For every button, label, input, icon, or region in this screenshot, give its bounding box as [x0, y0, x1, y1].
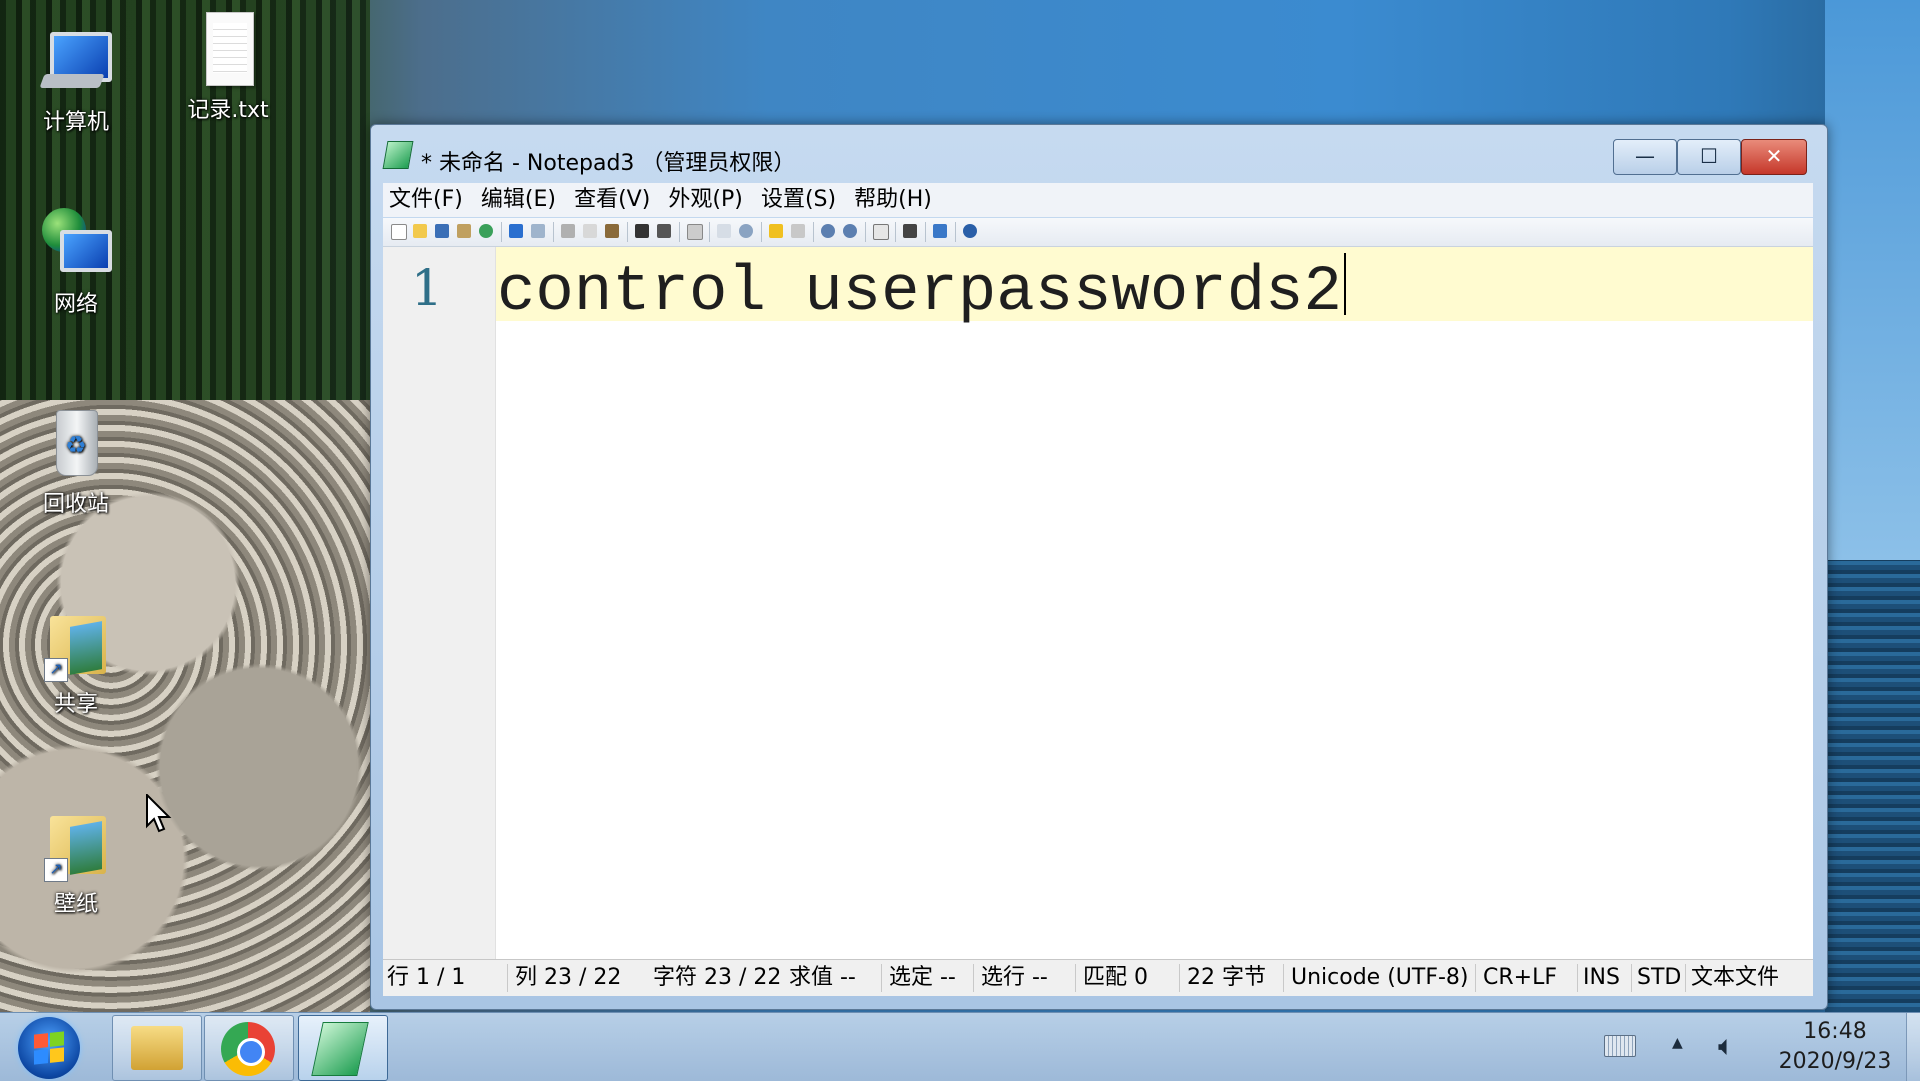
- status-column[interactable]: 列 23 / 22: [515, 960, 621, 996]
- show-hidden-icons-icon[interactable]: ▲: [1672, 1035, 1683, 1051]
- pin-icon[interactable]: [933, 224, 947, 238]
- windows-logo-icon: [34, 1031, 64, 1065]
- menu-appearance[interactable]: 外观(P): [662, 183, 749, 217]
- shortcut-arrow-icon: ↗: [44, 658, 68, 682]
- desktop-icon-label: 网络: [53, 292, 98, 317]
- notepad3-app-icon: [311, 1022, 369, 1076]
- shortcut-arrow-icon: ↗: [44, 858, 68, 882]
- exit-icon[interactable]: [963, 224, 977, 238]
- toolbar: [383, 218, 1813, 247]
- menu-bar: 文件(F) 编辑(E) 查看(V) 外观(P) 设置(S) 帮助(H): [383, 183, 1813, 217]
- line-number-gutter: 1: [383, 247, 496, 959]
- status-bar: 行 1 / 1 列 23 / 22 字符 23 / 22 求值 -- 选定 --…: [383, 959, 1813, 996]
- save-as-icon[interactable]: [457, 224, 471, 238]
- desktop-icon-share[interactable]: ↗ 共享: [16, 606, 136, 718]
- new-file-icon[interactable]: [391, 224, 407, 240]
- favorite-star-icon[interactable]: [769, 224, 783, 238]
- menu-file[interactable]: 文件(F): [383, 183, 470, 217]
- desktop-icon-label: 记录.txt: [187, 98, 269, 123]
- desktop-icon-label: 壁纸: [53, 892, 98, 917]
- status-encoding[interactable]: Unicode (UTF-8): [1291, 960, 1469, 996]
- editor-area[interactable]: 1 control userpasswords2: [383, 247, 1813, 959]
- status-matches[interactable]: 匹配 0: [1083, 960, 1148, 996]
- scheme-icon[interactable]: [873, 224, 889, 240]
- notepad3-app-icon: [382, 141, 414, 169]
- copy-icon[interactable]: [583, 224, 597, 238]
- customize-icon[interactable]: [903, 224, 917, 238]
- status-bytes[interactable]: 22 字节: [1187, 960, 1266, 996]
- zoom-out-icon[interactable]: [843, 224, 857, 238]
- chrome-browser-icon: [221, 1022, 275, 1076]
- desktop-icon-computer[interactable]: 计算机: [16, 24, 136, 136]
- recycle-bin-icon: [56, 410, 98, 476]
- status-lexer[interactable]: 文本文件: [1691, 960, 1779, 996]
- find-icon[interactable]: [635, 224, 649, 238]
- status-selected[interactable]: 选定 --: [889, 960, 956, 996]
- desktop-icon-network[interactable]: 网络: [16, 206, 136, 318]
- close-button[interactable]: ✕: [1741, 139, 1807, 175]
- desktop-icon-label: 计算机: [42, 110, 109, 135]
- undo-icon[interactable]: [509, 224, 523, 238]
- status-eol[interactable]: CR+LF: [1483, 960, 1557, 996]
- desktop-icon-label: 回收站: [42, 492, 109, 517]
- redo-icon[interactable]: [531, 224, 545, 238]
- status-ins[interactable]: INS: [1583, 960, 1620, 996]
- taskbar-explorer[interactable]: [112, 1015, 202, 1081]
- add-favorite-icon[interactable]: [791, 224, 805, 238]
- show-desktop-button[interactable]: [1906, 1013, 1920, 1081]
- status-selected-lines[interactable]: 选行 --: [981, 960, 1048, 996]
- minimize-button[interactable]: —: [1613, 139, 1677, 175]
- taskbar: ▲ 🔈︎ 16:48 2020/9/23: [0, 1012, 1920, 1081]
- cut-icon[interactable]: [561, 224, 575, 238]
- desktop-icon-label: 共享: [53, 692, 98, 717]
- desktop-icon-recycle-bin[interactable]: 回收站: [16, 406, 136, 518]
- zoom-in-icon[interactable]: [821, 224, 835, 238]
- wallpaper-sky: [1825, 0, 1920, 560]
- menu-help[interactable]: 帮助(H): [848, 183, 939, 217]
- maximize-button[interactable]: ☐: [1677, 139, 1741, 175]
- search-icon[interactable]: [739, 224, 753, 238]
- editor-text[interactable]: control userpasswords2: [497, 253, 1346, 329]
- menu-view[interactable]: 查看(V): [568, 183, 657, 217]
- clock-date: 2020/9/23: [1778, 1049, 1892, 1074]
- save-icon[interactable]: [435, 224, 449, 238]
- desktop-icon-wallpaper[interactable]: ↗ 壁纸: [16, 806, 136, 918]
- editor-line-1: control userpasswords2: [497, 257, 1342, 329]
- taskbar-chrome[interactable]: [204, 1015, 294, 1081]
- clock-time: 16:48: [1803, 1019, 1867, 1044]
- paste-icon[interactable]: [605, 224, 619, 238]
- goto-icon[interactable]: [717, 224, 731, 238]
- keyboard-icon[interactable]: [1604, 1035, 1636, 1057]
- menu-edit[interactable]: 编辑(E): [475, 183, 563, 217]
- menu-settings[interactable]: 设置(S): [755, 183, 843, 217]
- start-button[interactable]: [18, 1017, 80, 1079]
- open-folder-icon[interactable]: [413, 224, 427, 238]
- status-eval[interactable]: 求值 --: [789, 960, 856, 996]
- window-title: * 未命名 - Notepad3 （管理员权限）: [421, 151, 796, 176]
- text-file-icon: [206, 12, 254, 86]
- system-clock[interactable]: 16:48 2020/9/23: [1770, 1017, 1900, 1077]
- taskbar-notepad3[interactable]: [298, 1015, 388, 1081]
- status-line[interactable]: 行 1 / 1: [387, 960, 465, 996]
- reload-icon[interactable]: [479, 224, 493, 238]
- word-wrap-icon[interactable]: [687, 224, 703, 240]
- replace-icon[interactable]: [657, 224, 671, 238]
- volume-icon[interactable]: 🔈︎: [1718, 1029, 1735, 1063]
- text-caret: [1343, 253, 1346, 315]
- file-explorer-icon: [131, 1026, 183, 1070]
- status-std[interactable]: STD: [1637, 960, 1681, 996]
- line-number: 1: [411, 259, 443, 317]
- status-chars[interactable]: 字符 23 / 22: [653, 960, 781, 996]
- wallpaper-sea: [1825, 560, 1920, 1012]
- desktop-icon-text-file[interactable]: 记录.txt: [168, 12, 288, 124]
- notepad3-window[interactable]: * 未命名 - Notepad3 （管理员权限） — ☐ ✕ 文件(F) 编辑(…: [370, 124, 1828, 1010]
